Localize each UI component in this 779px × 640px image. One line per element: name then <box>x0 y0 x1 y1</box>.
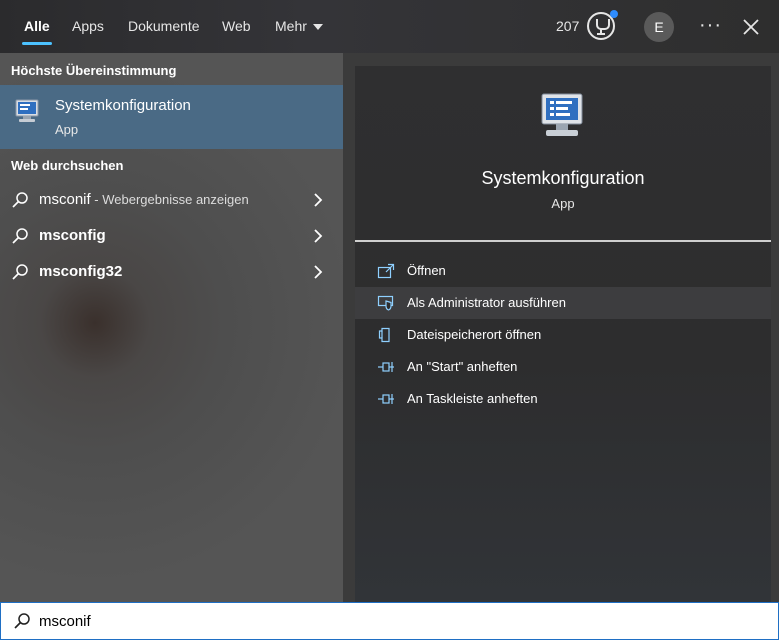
top-bar: Alle Apps Dokumente Web Mehr 207 E ··· <box>0 0 779 53</box>
search-icon <box>12 228 28 244</box>
action-pin-start[interactable]: An "Start" anheften <box>355 351 771 383</box>
system-configuration-app-icon <box>541 93 583 136</box>
action-label: Dateispeicherort öffnen <box>407 327 542 342</box>
web-result-label: msconfig <box>39 227 106 244</box>
search-icon <box>14 613 30 629</box>
tab-label: Dokumente <box>128 18 200 34</box>
shield-icon <box>377 295 394 311</box>
web-result-term: msconif <box>39 191 91 208</box>
chevron-right-icon <box>314 229 323 243</box>
web-result-term: msconfig <box>39 227 106 244</box>
action-open[interactable]: Öffnen <box>355 255 771 287</box>
more-icon[interactable]: ··· <box>699 0 722 50</box>
web-result-row[interactable]: msconfig32 <box>0 254 343 290</box>
detail-panel: Systemkonfiguration App Öffnen Als Admin… <box>355 66 771 602</box>
tab-label: Apps <box>72 18 104 34</box>
file-location-icon <box>378 327 390 343</box>
chevron-down-icon <box>312 24 323 31</box>
tab-mehr[interactable]: Mehr <box>275 0 323 53</box>
tab-web[interactable]: Web <box>222 0 251 53</box>
search-input[interactable] <box>39 609 739 633</box>
action-open-file-location[interactable]: Dateispeicherort öffnen <box>355 319 771 351</box>
close-icon[interactable] <box>741 17 761 37</box>
search-icon <box>12 192 28 208</box>
action-pin-taskbar[interactable]: An Taskleiste anheften <box>355 383 771 415</box>
best-match-subtitle: App <box>55 122 79 137</box>
system-configuration-app-icon <box>15 99 39 122</box>
detail-subtitle: App <box>551 196 575 211</box>
tab-label: Alle <box>24 18 50 34</box>
tab-apps[interactable]: Apps <box>72 0 104 53</box>
pin-icon <box>378 394 394 404</box>
search-bar <box>0 602 779 640</box>
rewards-points[interactable]: 207 <box>556 0 579 53</box>
web-result-hint: - Webergebnisse anzeigen <box>90 192 249 207</box>
action-label: An "Start" anheften <box>407 359 518 374</box>
notification-dot <box>610 10 618 18</box>
action-label: An Taskleiste anheften <box>407 391 538 406</box>
open-icon <box>377 263 395 279</box>
best-match-heading: Höchste Übereinstimmung <box>11 63 177 78</box>
web-result-label: msconfig32 <box>39 263 122 280</box>
pin-icon <box>378 362 394 372</box>
web-result-row[interactable]: msconfig <box>0 218 343 254</box>
web-result-row[interactable]: msconif - Webergebnisse anzeigen <box>0 182 343 218</box>
action-label: Öffnen <box>407 263 446 278</box>
web-search-heading: Web durchsuchen <box>11 158 124 173</box>
web-result-term: msconfig32 <box>39 263 123 280</box>
best-match-item[interactable]: Systemkonfiguration App <box>0 85 343 149</box>
search-icon <box>12 264 28 280</box>
avatar[interactable]: E <box>644 12 674 42</box>
results-panel: Höchste Übereinstimmung Systemkonfigurat… <box>0 53 343 602</box>
detail-title: Systemkonfiguration <box>481 168 645 188</box>
tab-alle[interactable]: Alle <box>22 0 52 53</box>
best-match-title: Systemkonfiguration <box>55 97 191 114</box>
action-label: Als Administrator ausführen <box>407 295 566 310</box>
chevron-right-icon <box>314 193 323 207</box>
active-tab-indicator <box>22 42 52 45</box>
tab-label: Web <box>222 18 251 34</box>
web-result-label: msconif - Webergebnisse anzeigen <box>39 191 249 208</box>
divider <box>355 240 771 242</box>
chevron-right-icon <box>314 265 323 279</box>
tab-label: Mehr <box>275 18 307 34</box>
action-run-as-admin[interactable]: Als Administrator ausführen <box>355 287 771 319</box>
tab-dokumente[interactable]: Dokumente <box>128 0 200 53</box>
